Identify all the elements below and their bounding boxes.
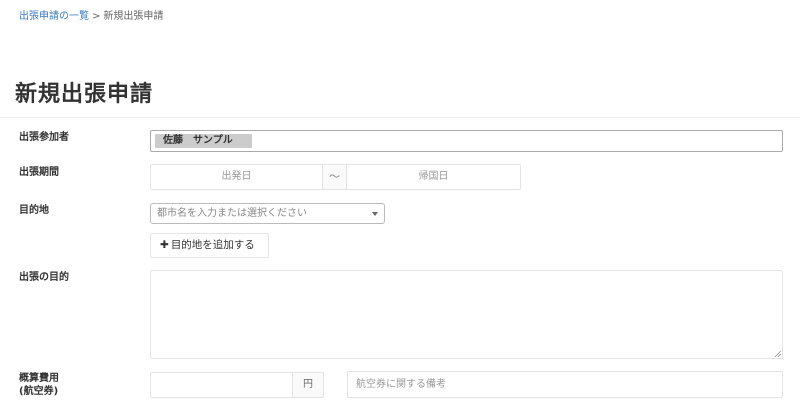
estimated-cost-label-line1: 概算費用 bbox=[19, 373, 59, 384]
period-date-range: 出発日 ～ 帰国日 bbox=[150, 164, 521, 190]
airfare-remark-input[interactable]: 航空券に関する備考 bbox=[347, 371, 783, 398]
add-destination-button[interactable]: ✚ 目的地を追加する bbox=[150, 233, 269, 258]
destination-select-placeholder: 都市名を入力または選択ください bbox=[157, 208, 307, 219]
return-date-input[interactable]: 帰国日 bbox=[347, 165, 520, 189]
page-title: 新規出張申請 bbox=[15, 82, 154, 107]
title-divider bbox=[0, 117, 800, 118]
participants-field[interactable]: 佐藤 サンプル bbox=[150, 130, 783, 152]
participant-chip[interactable]: 佐藤 サンプル bbox=[155, 134, 252, 148]
cost-amount-input[interactable] bbox=[150, 372, 293, 398]
add-destination-label: 目的地を追加する bbox=[170, 239, 255, 251]
departure-date-input[interactable]: 出発日 bbox=[151, 165, 323, 189]
breadcrumb: 出張申請の一覧 > 新規出張申請 bbox=[19, 7, 163, 22]
plus-icon: ✚ bbox=[160, 239, 169, 251]
chevron-down-icon bbox=[372, 212, 378, 216]
purpose-textarea[interactable] bbox=[150, 270, 783, 359]
estimated-cost-label: 概算費用 (航空券) bbox=[19, 372, 59, 398]
breadcrumb-link-trip-list[interactable]: 出張申請の一覧 bbox=[19, 11, 89, 22]
resize-handle-icon[interactable] bbox=[775, 351, 781, 357]
date-range-separator: ～ bbox=[323, 165, 347, 189]
destination-select[interactable]: 都市名を入力または選択ください bbox=[150, 203, 385, 224]
breadcrumb-current: 新規出張申請 bbox=[103, 11, 164, 22]
destination-label: 目的地 bbox=[19, 205, 49, 216]
yen-unit: 円 bbox=[292, 372, 324, 398]
purpose-label: 出張の目的 bbox=[19, 272, 69, 283]
estimated-cost-label-line2: (航空券) bbox=[19, 386, 59, 397]
participants-label: 出張参加者 bbox=[19, 132, 69, 143]
period-label: 出張期間 bbox=[19, 167, 59, 178]
breadcrumb-separator: > bbox=[92, 11, 101, 22]
